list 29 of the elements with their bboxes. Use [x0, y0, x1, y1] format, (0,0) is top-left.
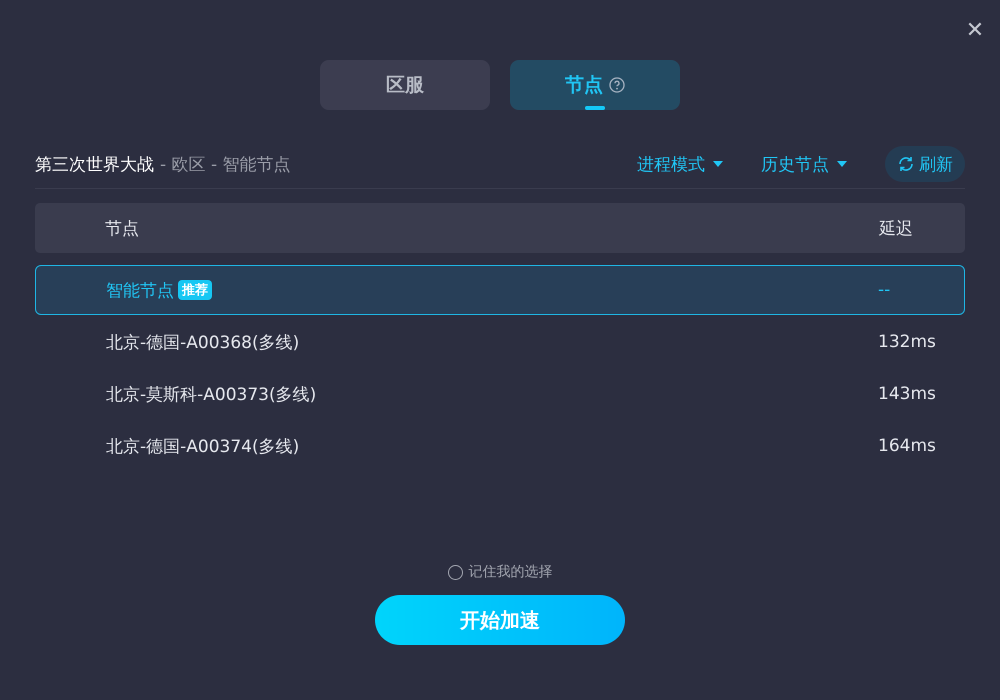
column-header: 节点 [105, 218, 139, 240]
latency: 143ms [877, 384, 937, 404]
latency: 164ms [877, 436, 937, 456]
latency: -- [877, 280, 892, 300]
remember-radio[interactable] [448, 564, 462, 580]
close-button[interactable]: ✕ [960, 15, 990, 45]
node-row[interactable]: 北京-德国-A00368(多线) 132ms [35, 317, 965, 367]
history-dropdown[interactable]: 历史节点 [761, 152, 847, 176]
node-name: 北京-德国-A00368(多线) [106, 332, 300, 354]
node-name: 北京-德国-A00374(多线) [106, 436, 300, 458]
node-row[interactable]: 北京-德国-A00374(多线) 164ms [35, 421, 965, 471]
recommended-badge: 推荐 [178, 280, 212, 300]
tab-indicator [585, 106, 605, 110]
node-name: 北京-莫斯科-A00373(多线) [106, 384, 316, 406]
node-name: 智能节点 [106, 280, 174, 302]
refresh-icon [897, 155, 915, 173]
tab[interactable]: 节点 [510, 60, 680, 110]
node-row[interactable]: 北京-莫斯科-A00373(多线) 143ms [35, 369, 965, 419]
column-header: 延迟 [879, 218, 914, 240]
caret-icon [713, 161, 723, 167]
caret-icon [837, 161, 847, 167]
latency: 132ms [877, 332, 937, 352]
node-row[interactable]: 智能节点 推荐 -- [35, 265, 965, 315]
refresh-button[interactable]: 刷新 [885, 146, 965, 182]
mode-dropdown[interactable]: 进程模式 [637, 152, 723, 176]
game-title: 第三次世界大战 [35, 154, 154, 176]
tab[interactable]: 区服 [320, 60, 490, 110]
remember-label: 记住我的选择 [468, 563, 552, 581]
breadcrumb-path: - 欧区 - 智能节点 [160, 154, 290, 176]
